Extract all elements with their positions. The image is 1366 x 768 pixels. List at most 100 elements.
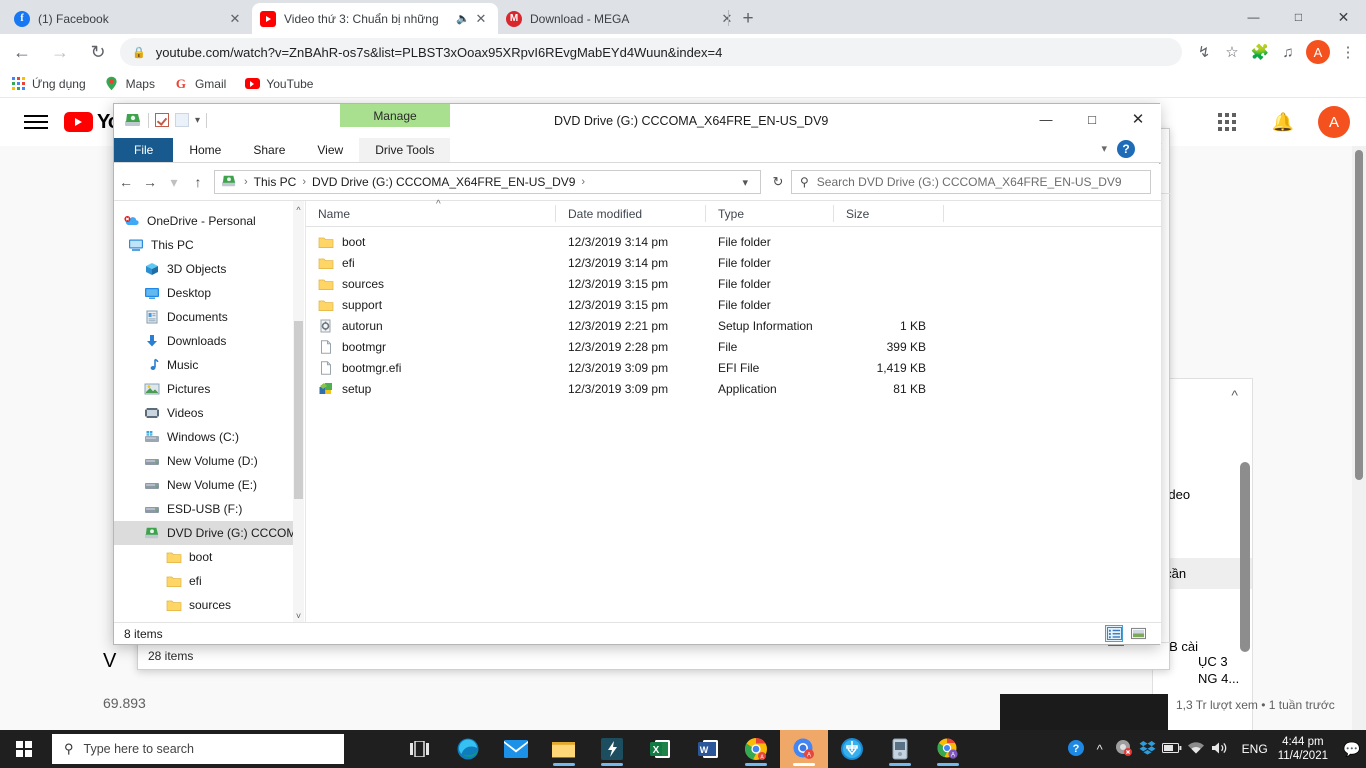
- browser-minimize-button[interactable]: —: [1231, 0, 1276, 34]
- bookmark-apps[interactable]: Ứng dụng: [10, 76, 86, 92]
- ribbon-tab-drive-tools[interactable]: Drive Tools: [359, 138, 450, 162]
- browser-tab-mega[interactable]: M Download - MEGA ✕: [498, 3, 744, 34]
- profile-avatar[interactable]: A: [1306, 40, 1330, 64]
- sidebar-item-sources[interactable]: sources: [114, 593, 304, 617]
- column-header-name[interactable]: ^ Name: [306, 201, 556, 227]
- new-tab-button[interactable]: +: [735, 7, 761, 33]
- sidebar-item-onedrive[interactable]: OneDrive - Personal: [114, 209, 304, 233]
- address-bar[interactable]: 🔒 youtube.com/watch?v=ZnBAhR-os7s&list=P…: [120, 38, 1182, 66]
- browser-maximize-button[interactable]: □: [1276, 0, 1321, 34]
- video-thumbnail[interactable]: ĐỪNG VÀO BỆNH VIỆN LÚC 3 NGAY CẢ THÁNG 7…: [1000, 694, 1168, 730]
- scroll-down-icon[interactable]: ˅: [293, 609, 304, 623]
- breadcrumb-item-dvd-drive[interactable]: DVD Drive (G:) CCCOMA_X64FRE_EN-US_DV9: [309, 175, 578, 189]
- ribbon-tab-view[interactable]: View: [301, 138, 359, 162]
- media-list-icon[interactable]: ♫: [1274, 38, 1302, 66]
- sidebar-item-videos[interactable]: Videos: [114, 401, 304, 425]
- ribbon-tab-share[interactable]: Share: [237, 138, 301, 162]
- youtube-apps-grid-icon[interactable]: [1218, 113, 1236, 131]
- table-row[interactable]: bootmgr.efi 12/3/2019 3:09 pm EFI File 1…: [306, 357, 1161, 378]
- new-folder-icon[interactable]: [175, 113, 189, 127]
- file-explorer-button[interactable]: [540, 730, 588, 768]
- breadcrumb-item-this-pc[interactable]: This PC: [251, 175, 300, 189]
- scrollbar-thumb[interactable]: [294, 321, 303, 499]
- sidebar-item-music[interactable]: Music: [114, 353, 304, 377]
- table-row[interactable]: setup 12/3/2019 3:09 pm Application 81 K…: [306, 378, 1161, 399]
- browser-tab-youtube[interactable]: Video thứ 3: Chuẩn bị những 🔈 ✕: [252, 3, 498, 34]
- sidebar-item-3d-objects[interactable]: 3D Objects: [114, 257, 304, 281]
- breadcrumb[interactable]: › This PC › DVD Drive (G:) CCCOMA_X64FRE…: [214, 170, 761, 194]
- table-row[interactable]: sources 12/3/2019 3:15 pm File folder: [306, 273, 1161, 294]
- shadowsocks-button[interactable]: [588, 730, 636, 768]
- bookmark-gmail[interactable]: G Gmail: [173, 76, 226, 92]
- sidebar-item-this-pc[interactable]: This PC: [114, 233, 304, 257]
- chrome-alt-button[interactable]: A: [924, 730, 972, 768]
- idm-button[interactable]: [828, 730, 876, 768]
- bookmark-maps[interactable]: Maps: [104, 76, 155, 92]
- ribbon-tab-home[interactable]: Home: [173, 138, 237, 162]
- minimize-button[interactable]: —: [1023, 104, 1069, 134]
- install-icon[interactable]: ↯: [1190, 38, 1218, 66]
- panel-scrollbar-thumb[interactable]: [1240, 462, 1250, 652]
- hamburger-menu-icon[interactable]: [24, 111, 48, 133]
- reload-icon[interactable]: ↻: [82, 36, 114, 68]
- details-view-button[interactable]: [1105, 625, 1123, 642]
- back-arrow-icon[interactable]: ←: [114, 174, 138, 190]
- sidebar-item-esd-usb-f[interactable]: ESD-USB (F:): [114, 497, 304, 521]
- properties-icon[interactable]: [155, 113, 169, 127]
- sidebar-item-windows-c[interactable]: Windows (C:): [114, 425, 304, 449]
- chevron-down-icon[interactable]: ▾: [1101, 142, 1107, 155]
- file-explorer-window[interactable]: ▾ Manage DVD Drive (G:) CCCOMA_X64FRE_EN…: [113, 103, 1160, 645]
- table-row[interactable]: boot 12/3/2019 3:14 pm File folder: [306, 231, 1161, 252]
- table-row[interactable]: support 12/3/2019 3:15 pm File folder: [306, 294, 1161, 315]
- close-icon[interactable]: ✕: [718, 11, 736, 27]
- word-button[interactable]: W: [684, 730, 732, 768]
- close-button[interactable]: ✕: [1115, 104, 1161, 134]
- forward-arrow-icon[interactable]: →: [138, 174, 162, 190]
- table-row[interactable]: autorun 12/3/2019 2:21 pm Setup Informat…: [306, 315, 1161, 336]
- task-view-button[interactable]: [396, 730, 444, 768]
- chevron-up-icon[interactable]: ^: [1231, 387, 1238, 403]
- notifications-bell-icon[interactable]: 🔔: [1272, 112, 1294, 133]
- ribbon-tab-file[interactable]: File: [114, 138, 173, 162]
- close-icon[interactable]: ✕: [472, 11, 490, 27]
- excel-button[interactable]: X: [636, 730, 684, 768]
- column-header-date-modified[interactable]: Date modified: [556, 201, 706, 227]
- extensions-puzzle-icon[interactable]: 🧩: [1246, 38, 1274, 66]
- bookmark-star-icon[interactable]: ☆: [1218, 38, 1246, 66]
- sidebar-item-efi[interactable]: efi: [114, 569, 304, 593]
- maximize-button[interactable]: □: [1069, 104, 1115, 134]
- list-item[interactable]: ĐỪNG VÀO BỆNH VIỆN LÚC 3 NGAY CẢ THÁNG 7…: [1000, 694, 1366, 730]
- volume-icon[interactable]: [1208, 741, 1232, 758]
- sidebar-item-boot[interactable]: boot: [114, 545, 304, 569]
- column-header-size[interactable]: Size: [834, 201, 944, 227]
- page-scrollbar[interactable]: [1352, 146, 1366, 730]
- chrome-profile-button[interactable]: A: [780, 730, 828, 768]
- battery-icon[interactable]: [1160, 742, 1184, 757]
- table-row[interactable]: bootmgr 12/3/2019 2:28 pm File 399 KB: [306, 336, 1161, 357]
- explorer-title-bar[interactable]: ▾ Manage DVD Drive (G:) CCCOMA_X64FRE_EN…: [114, 104, 1161, 138]
- sidebar-item-new-volume-e[interactable]: New Volume (E:): [114, 473, 304, 497]
- sidebar-item-desktop[interactable]: Desktop: [114, 281, 304, 305]
- rufus-button[interactable]: [876, 730, 924, 768]
- show-hidden-icons-chevron[interactable]: ^: [1088, 742, 1112, 757]
- browser-tab-facebook[interactable]: f (1) Facebook ✕: [6, 3, 252, 34]
- three-dot-menu-icon[interactable]: ⋮: [1334, 38, 1362, 66]
- up-arrow-icon[interactable]: ↑: [186, 174, 210, 190]
- chrome-sync-error-icon[interactable]: [1112, 739, 1136, 759]
- bookmark-youtube[interactable]: YouTube: [244, 76, 313, 92]
- sidebar-item-new-volume-d[interactable]: New Volume (D:): [114, 449, 304, 473]
- refresh-icon[interactable]: ↻: [765, 174, 791, 190]
- sidebar-item-downloads[interactable]: Downloads: [114, 329, 304, 353]
- windows-start-icon[interactable]: [0, 730, 48, 768]
- mail-button[interactable]: [492, 730, 540, 768]
- wifi-icon[interactable]: [1184, 741, 1208, 758]
- browser-close-button[interactable]: ✕: [1321, 0, 1366, 34]
- clock[interactable]: 4:44 pm 11/4/2021: [1278, 735, 1328, 764]
- table-row[interactable]: efi 12/3/2019 3:14 pm File folder: [306, 252, 1161, 273]
- scroll-up-icon[interactable]: ^: [293, 203, 304, 217]
- help-support-icon[interactable]: ?: [1064, 739, 1088, 760]
- avatar[interactable]: A: [1318, 106, 1350, 138]
- forward-arrow-icon[interactable]: →: [44, 36, 76, 68]
- dvd-drive-icon[interactable]: [124, 112, 142, 128]
- recommendation-title-clipped[interactable]: ỤC 3 NG 4...: [1198, 654, 1366, 688]
